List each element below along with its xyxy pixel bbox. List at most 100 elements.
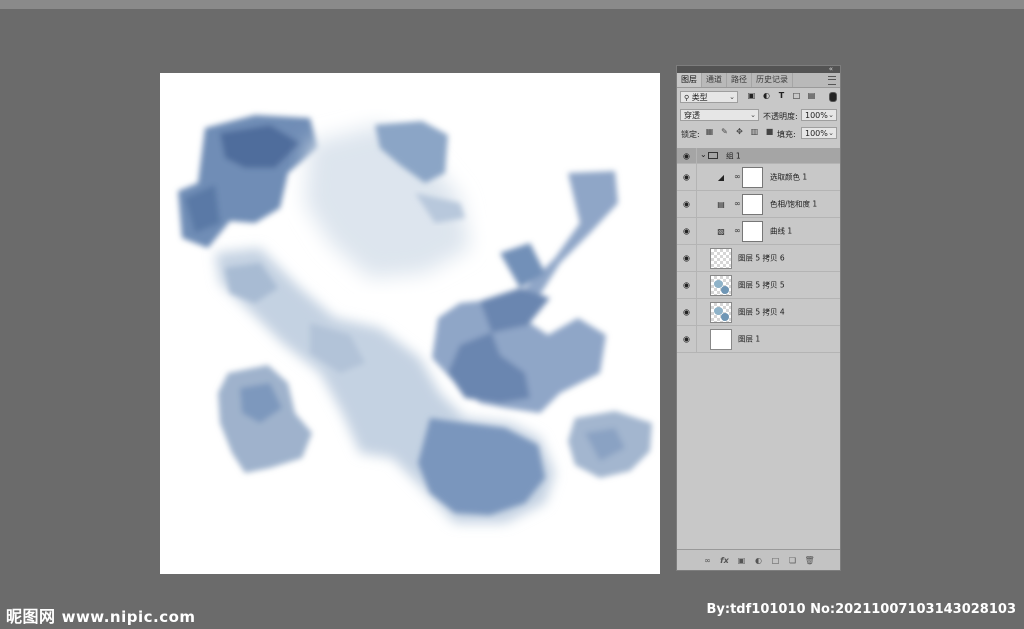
visibility-column: ◉: [677, 218, 697, 244]
delete-layer-icon[interactable]: 🗑: [805, 556, 815, 565]
blend-mode-select[interactable]: 穿透 ⌄: [680, 109, 759, 121]
tab-channels[interactable]: 通道: [702, 73, 727, 87]
tab-history[interactable]: 历史记录: [752, 73, 793, 87]
layer-filter-select[interactable]: ⚲ 类型 ⌄: [680, 91, 738, 103]
layer-row[interactable]: ◉ 图层 5 拷贝 5: [677, 272, 840, 299]
layer-thumbnail: [710, 275, 732, 296]
new-group-icon[interactable]: □: [771, 556, 781, 565]
layers-panel: « 图层 通道 路径 历史记录 ⚲ 类型 ⌄ ▣ ◐ T □ ▤ 穿透 ⌄ 不透…: [676, 65, 841, 571]
visibility-column: ◉: [677, 299, 697, 325]
chain-link-icon[interactable]: ∞: [734, 226, 741, 235]
layer-row[interactable]: ◉ 图层 5 拷贝 4: [677, 299, 840, 326]
filter-icons: ▣ ◐ T □ ▤: [747, 91, 816, 100]
layer-name: 曲线 1: [770, 226, 793, 236]
chain-link-icon[interactable]: ∞: [734, 199, 741, 208]
fill-label: 填充:: [777, 130, 796, 139]
chain-link-icon[interactable]: ∞: [734, 172, 741, 181]
eye-icon[interactable]: ◉: [683, 281, 690, 290]
shape-filter-icon[interactable]: □: [792, 91, 801, 100]
eye-icon[interactable]: ◉: [683, 227, 690, 236]
site-watermark: 昵图网 www.nipic.com: [6, 603, 196, 627]
layer-filter-value: 类型: [691, 93, 708, 102]
lock-all-icon[interactable]: ■: [765, 127, 774, 136]
filter-row: ⚲ 类型 ⌄ ▣ ◐ T □ ▤: [677, 88, 840, 106]
chevron-down-icon: ⌄: [729, 93, 735, 101]
opacity-label: 不透明度:: [763, 112, 798, 121]
layer-name: 色相/饱和度 1: [770, 199, 818, 209]
app-top-bar: [0, 0, 1024, 9]
hue-saturation-icon: ▤: [717, 200, 725, 209]
eye-icon[interactable]: ◉: [683, 151, 690, 160]
lock-position-icon[interactable]: ✥: [735, 127, 744, 136]
fx-icon[interactable]: fx: [720, 556, 730, 565]
site-name: 昵图网: [6, 607, 56, 626]
visibility-column: ◉: [677, 245, 697, 271]
layer-row[interactable]: ◉ 图层 5 拷贝 6: [677, 245, 840, 272]
layer-row[interactable]: ◉ ▧ ∞ 曲线 1: [677, 218, 840, 245]
chevron-down-icon: ⌄: [828, 129, 834, 137]
visibility-column: ◉: [677, 191, 697, 217]
blot-top-center: [305, 121, 470, 278]
panel-tabs: 图层 通道 路径 历史记录: [677, 73, 840, 88]
lock-label: 锁定:: [681, 130, 700, 139]
eye-icon[interactable]: ◉: [683, 254, 690, 263]
add-mask-icon[interactable]: ▣: [737, 556, 747, 565]
layer-mask-thumbnail[interactable]: [742, 221, 763, 242]
chevron-down-icon: ⌄: [828, 111, 834, 119]
panel-footer: ∞ fx ▣ ◐ □ ❏ 🗑: [677, 549, 840, 570]
chevron-down-icon[interactable]: ⌄: [700, 150, 707, 159]
text-filter-icon[interactable]: T: [777, 91, 786, 100]
layer-mask-thumbnail[interactable]: [742, 194, 763, 215]
layer-name: 图层 5 拷贝 5: [738, 280, 785, 290]
blend-mode-value: 穿透: [684, 111, 700, 120]
curves-icon: ▧: [717, 227, 725, 236]
layer-row[interactable]: ◉ ◢ ∞ 选取颜色 1: [677, 164, 840, 191]
tab-layers[interactable]: 图层: [677, 73, 702, 87]
layers-list: ◉ ⌄ 组 1 ◉ ◢ ∞ 选取颜色 1 ◉ ▤ ∞ 色相/饱和度 1 ◉ ▧ …: [677, 148, 840, 353]
visibility-column: ◉: [677, 148, 697, 163]
watercolor-artwork: [178, 115, 652, 523]
fill-field[interactable]: 100% ⌄: [801, 127, 837, 139]
eye-icon[interactable]: ◉: [683, 173, 690, 182]
blot-top-left: [178, 115, 318, 248]
search-icon: ⚲: [684, 94, 690, 102]
layer-name: 图层 1: [738, 334, 761, 344]
layer-group[interactable]: ◉ ⌄ 组 1: [677, 148, 840, 164]
fill-value: 100%: [805, 129, 828, 138]
collapse-icon[interactable]: «: [829, 65, 833, 73]
smart-object-filter-icon[interactable]: ▤: [807, 91, 816, 100]
selective-color-icon: ◢: [717, 173, 725, 182]
link-layers-icon[interactable]: ∞: [703, 556, 713, 565]
blend-row: 穿透 ⌄ 不透明度: 100% ⌄: [677, 106, 840, 124]
panel-menu-icon[interactable]: [828, 76, 836, 85]
filter-toggle-icon[interactable]: [829, 92, 837, 102]
lock-row: 锁定: ▦ ✎ ✥ ▥ ■ 填充: 100% ⌄: [677, 124, 840, 142]
image-filter-icon[interactable]: ▣: [747, 91, 756, 100]
document-canvas[interactable]: [160, 73, 660, 574]
layer-row[interactable]: ◉ 图层 1: [677, 326, 840, 353]
layer-thumbnail: [710, 329, 732, 350]
visibility-column: ◉: [677, 326, 697, 352]
layer-thumbnail: [710, 248, 732, 269]
new-adjustment-icon[interactable]: ◐: [754, 556, 764, 565]
adjustment-filter-icon[interactable]: ◐: [762, 91, 771, 100]
lock-artboard-icon[interactable]: ▥: [750, 127, 759, 136]
opacity-field[interactable]: 100% ⌄: [801, 109, 837, 121]
layer-name: 图层 5 拷贝 6: [738, 253, 785, 263]
lock-icons: ▦ ✎ ✥ ▥ ■: [705, 127, 774, 136]
layer-mask-thumbnail[interactable]: [742, 167, 763, 188]
layer-name: 组 1: [726, 151, 741, 160]
credit-watermark: By:tdf101010 No:20211007103143028103: [706, 602, 1016, 617]
layer-row[interactable]: ◉ ▤ ∞ 色相/饱和度 1: [677, 191, 840, 218]
layer-name: 图层 5 拷贝 4: [738, 307, 785, 317]
eye-icon[interactable]: ◉: [683, 308, 690, 317]
tab-paths[interactable]: 路径: [727, 73, 752, 87]
chevron-down-icon: ⌄: [750, 111, 756, 119]
visibility-column: ◉: [677, 164, 697, 190]
lock-transparent-icon[interactable]: ▦: [705, 127, 714, 136]
eye-icon[interactable]: ◉: [683, 335, 690, 344]
new-layer-icon[interactable]: ❏: [788, 556, 798, 565]
lock-image-icon[interactable]: ✎: [720, 127, 729, 136]
eye-icon[interactable]: ◉: [683, 200, 690, 209]
panel-titlebar: «: [677, 65, 840, 73]
